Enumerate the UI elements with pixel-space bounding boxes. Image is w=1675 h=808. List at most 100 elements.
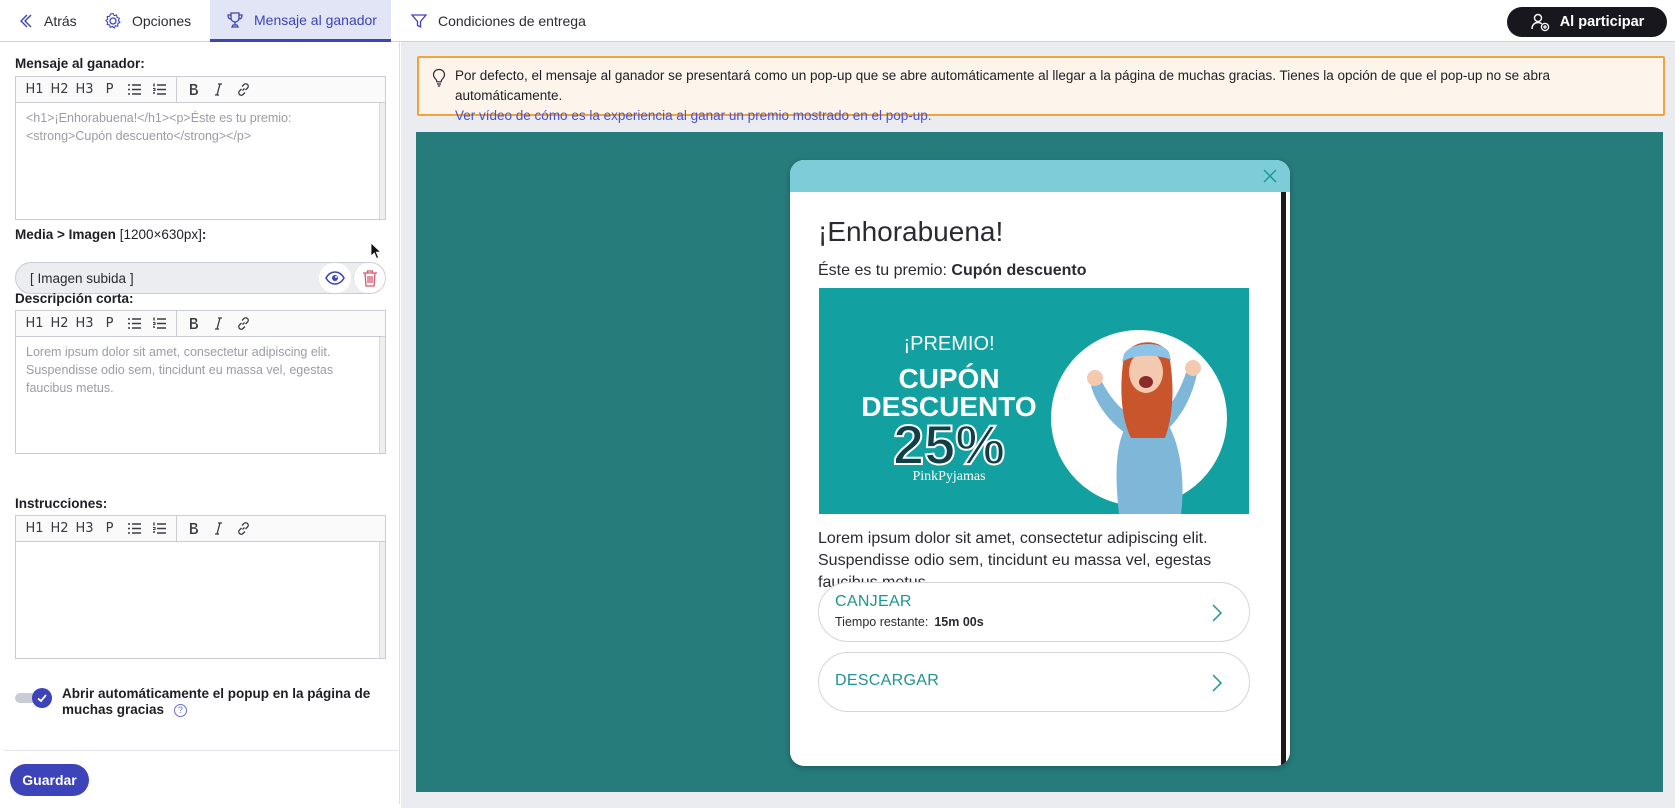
- editor-toolbar: H1 H2 H3 P: [16, 515, 385, 542]
- winner-popup: ¡Enhorabuena! Éste es tu premio: Cupón d…: [790, 160, 1290, 766]
- info-text: Por defecto, el mensaje al ganador se pr…: [455, 68, 1550, 103]
- media-label: Media > Imagen [1200×630px]:: [15, 227, 206, 242]
- chevron-right-icon: [1212, 604, 1223, 622]
- winner-message-label: Mensaje al ganador:: [15, 56, 145, 71]
- toolbar-divider: [176, 76, 177, 103]
- gear-icon: [105, 12, 121, 29]
- popup-header: [790, 160, 1290, 192]
- delete-image-button[interactable]: [353, 263, 385, 293]
- heading1-button[interactable]: H1: [22, 311, 47, 337]
- bold-icon: [190, 84, 198, 95]
- instructions-editor[interactable]: H1 H2 H3 P: [15, 515, 386, 659]
- lightbulb-icon: [432, 68, 446, 87]
- italic-button[interactable]: [206, 516, 231, 542]
- bold-button[interactable]: [181, 77, 206, 103]
- instructions-content[interactable]: [16, 542, 385, 658]
- bullet-list-button[interactable]: [122, 77, 147, 103]
- heading2-button[interactable]: H2: [47, 516, 72, 542]
- user-add-icon: [1530, 13, 1549, 32]
- tab-winner-message-label: Mensaje al ganador: [254, 11, 377, 28]
- tab-winner-message[interactable]: Mensaje al ganador: [210, 0, 391, 42]
- redeem-label: CANJEAR: [835, 593, 912, 610]
- chevron-left-icon: [20, 14, 32, 28]
- mouse-cursor-icon: [370, 242, 382, 260]
- paragraph-button[interactable]: P: [97, 77, 122, 103]
- heading2-button[interactable]: H2: [47, 311, 72, 337]
- time-remaining: Tiempo restante: 15m 00s: [835, 615, 984, 629]
- popup-prize-name: Cupón descuento: [951, 262, 1087, 279]
- winner-message-content[interactable]: <h1>¡Enhorabuena!</h1><p>Éste es tu prem…: [16, 103, 385, 219]
- trophy-icon: [227, 11, 243, 28]
- short-description-text: Lorem ipsum dolor sit amet, consectetur …: [26, 345, 334, 395]
- winner-message-editor[interactable]: H1 H2 H3 P <h1>¡Enhorabuena!</h1><p>Éste…: [15, 76, 386, 220]
- prize-brand-text: PinkPyjamas: [912, 469, 985, 484]
- tab-delivery-conditions[interactable]: Condiciones de entrega: [410, 0, 590, 42]
- heading3-button[interactable]: H3: [72, 311, 97, 337]
- media-label-colon: :: [201, 227, 207, 242]
- editor-scrollbar[interactable]: [379, 337, 385, 453]
- prize-banner-graphic: ¡PREMIO! CUPÓN DESCUENTO 25% PinkPyjamas: [819, 288, 1249, 514]
- numbered-list-button[interactable]: [147, 516, 172, 542]
- prize-percent-text: 25%: [893, 413, 1005, 476]
- toolbar-divider: [176, 515, 177, 542]
- editor-scrollbar[interactable]: [379, 103, 385, 219]
- heading3-button[interactable]: H3: [72, 516, 97, 542]
- link-button[interactable]: [231, 77, 256, 103]
- instructions-label: Instrucciones:: [15, 496, 108, 511]
- paragraph-button[interactable]: P: [97, 311, 122, 337]
- prize-image: ¡PREMIO! CUPÓN DESCUENTO 25% PinkPyjamas: [819, 288, 1249, 514]
- settings-panel: Mensaje al ganador: H1 H2 H3 P <h1>¡Enho…: [4, 42, 400, 804]
- bold-icon: [190, 523, 198, 534]
- editor-scrollbar[interactable]: [379, 542, 385, 658]
- close-icon[interactable]: [1260, 166, 1280, 186]
- auto-open-label: Abrir automáticamente el popup en la pág…: [62, 686, 385, 718]
- short-description-editor[interactable]: H1 H2 H3 P Lorem ipsum dolor sit amet, c…: [15, 310, 386, 454]
- bullet-list-button[interactable]: [122, 516, 147, 542]
- bullet-list-button[interactable]: [122, 311, 147, 337]
- info-video-link[interactable]: Ver vídeo de cómo es la experiencia al g…: [455, 106, 1653, 126]
- filter-icon: [410, 14, 428, 29]
- tab-options[interactable]: Opciones: [104, 0, 204, 42]
- redeem-button[interactable]: CANJEAR Tiempo restante: 15m 00s: [818, 582, 1250, 642]
- image-upload-field[interactable]: [ Imagen subida ]: [15, 262, 386, 294]
- link-button[interactable]: [231, 516, 256, 542]
- save-button[interactable]: Guardar: [10, 764, 89, 796]
- time-remaining-label: Tiempo restante:: [835, 615, 929, 629]
- paragraph-button[interactable]: P: [97, 516, 122, 542]
- participate-button[interactable]: Al participar: [1507, 7, 1667, 37]
- bold-button[interactable]: [181, 311, 206, 337]
- link-icon: [238, 522, 249, 535]
- download-button[interactable]: DESCARGAR: [818, 652, 1250, 712]
- download-label: DESCARGAR: [835, 672, 940, 689]
- media-size-text: [1200×630px]: [119, 227, 202, 242]
- editor-toolbar: H1 H2 H3 P: [16, 76, 385, 103]
- heading3-button[interactable]: H3: [72, 77, 97, 103]
- media-label-text: Media > Imagen: [15, 227, 116, 242]
- heading1-button[interactable]: H1: [22, 77, 47, 103]
- winner-message-text: <h1>¡Enhorabuena!</h1><p>Éste es tu prem…: [26, 111, 292, 143]
- link-button[interactable]: [231, 311, 256, 337]
- link-icon: [238, 317, 249, 330]
- tab-options-label: Opciones: [132, 13, 192, 29]
- bold-button[interactable]: [181, 516, 206, 542]
- numbered-list-button[interactable]: [147, 311, 172, 337]
- auto-open-setting: Abrir automáticamente el popup en la pág…: [15, 686, 385, 718]
- heading1-button[interactable]: H1: [22, 516, 47, 542]
- heading2-button[interactable]: H2: [47, 77, 72, 103]
- tab-delivery-label: Condiciones de entrega: [438, 13, 586, 29]
- numbered-list-button[interactable]: [147, 77, 172, 103]
- italic-button[interactable]: [206, 77, 231, 103]
- bullet-list-icon: [128, 523, 141, 534]
- preview-image-button[interactable]: [319, 263, 351, 293]
- check-icon: [37, 694, 47, 703]
- help-icon[interactable]: ?: [173, 703, 187, 717]
- info-banner: Por defecto, el mensaje al ganador se pr…: [417, 56, 1665, 123]
- italic-button[interactable]: [206, 311, 231, 337]
- short-description-content[interactable]: Lorem ipsum dolor sit amet, consectetur …: [16, 337, 385, 453]
- back-tab[interactable]: Atrás: [16, 0, 91, 42]
- chevron-right-icon: [1212, 674, 1223, 692]
- italic-icon: [215, 317, 222, 330]
- popup-scrollbar[interactable]: [1281, 192, 1286, 766]
- auto-open-toggle[interactable]: [15, 688, 52, 708]
- save-bar: Guardar: [4, 750, 400, 804]
